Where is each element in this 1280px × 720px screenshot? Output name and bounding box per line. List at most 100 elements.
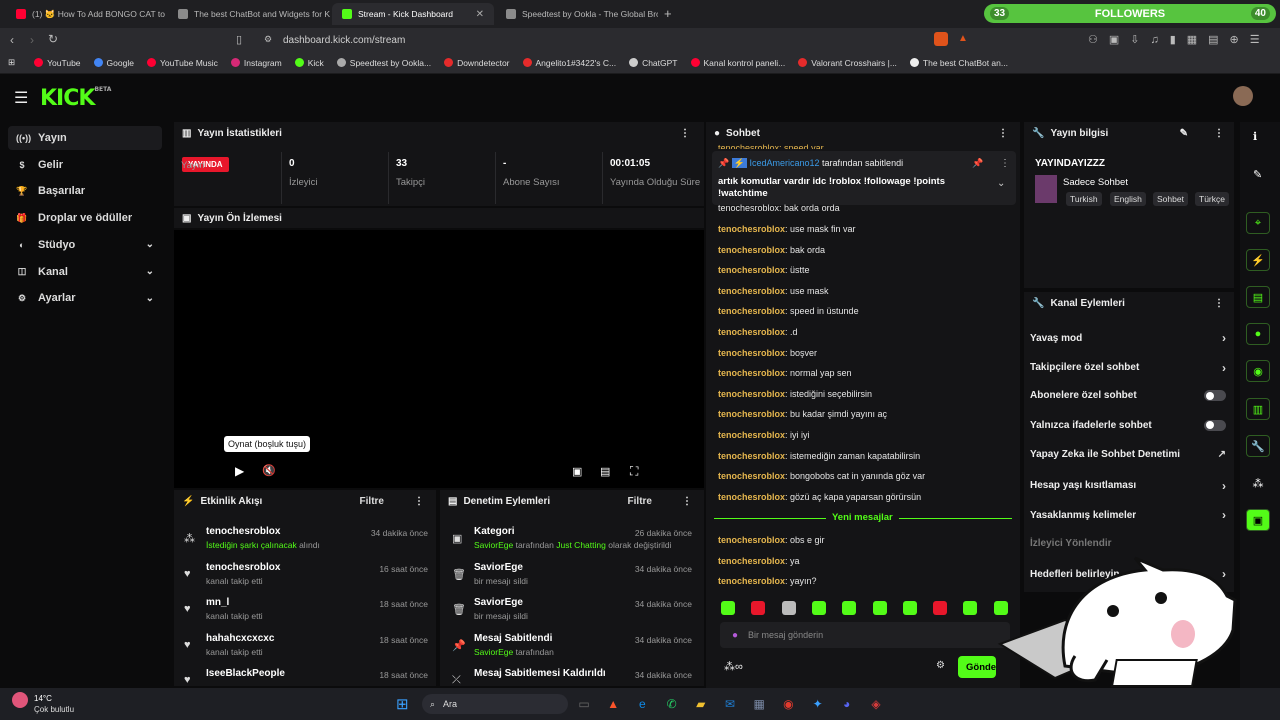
channel-action-item[interactable]: Yalnızca ifadelerle sohbet [1030, 419, 1226, 431]
toggle-switch[interactable] [1204, 390, 1226, 401]
emote-icon[interactable] [872, 601, 887, 615]
discord-icon[interactable]: ◕ [837, 694, 857, 714]
activity-user[interactable]: IseeBlackPeople [206, 668, 285, 679]
chat-username[interactable]: tenochesroblox [718, 535, 785, 545]
moderation-item[interactable]: 🗑 SaviorEge bir mesajı sildi 34 dakika önce [446, 597, 692, 631]
chat-username[interactable]: tenochesroblox [718, 265, 785, 275]
weather-icon[interactable] [12, 692, 28, 708]
menu-icon[interactable]: ☰ [14, 88, 28, 108]
activity-item[interactable]: ⁂ tenochesroblox İstediğin şarkı çalınacak… [178, 526, 428, 560]
brave-shield-icon[interactable] [934, 32, 948, 46]
tab-youtube[interactable]: (1) 🐱 How To Add BONGO CAT to O✕ [6, 3, 166, 25]
chevron-right-icon[interactable]: › [1222, 361, 1226, 375]
moderation-item[interactable]: ▣ Kategori SaviorEge tarafından Just Chatt… [446, 526, 692, 560]
app-icon[interactable]: ◈ [866, 694, 886, 714]
activity-user[interactable]: mn_l [206, 597, 263, 608]
brave-rewards-icon[interactable]: ▲ [958, 33, 968, 44]
bookmark-item[interactable]: Instagram [230, 58, 282, 68]
taskbar-search[interactable]: ⌕ Ara [422, 694, 568, 714]
chat-settings-icon[interactable]: ⚙ [936, 660, 945, 671]
channel-action-item[interactable]: Yapay Zeka ile Sohbet Denetimi ↗ [1030, 449, 1226, 460]
chat-username[interactable]: tenochesroblox [718, 556, 785, 566]
fullscreen-icon[interactable]: ⛶ [630, 464, 638, 479]
explorer-icon[interactable]: ▰ [691, 694, 711, 714]
filter-button[interactable]: Filtre [628, 496, 652, 507]
photos-icon[interactable]: ▦ [749, 694, 769, 714]
more-icon[interactable]: ⋮ [414, 496, 424, 507]
bookmark-item[interactable]: YouTube [34, 58, 81, 68]
bookmark-item[interactable]: Downdetector [444, 58, 510, 68]
start-icon[interactable]: ⊞ [396, 695, 409, 713]
chat-username[interactable]: tenochesroblox [718, 368, 785, 378]
chevron-down-icon[interactable]: ⌄ [997, 178, 1005, 189]
widget-toggle-8[interactable]: ⁂ [1246, 472, 1270, 494]
widget-toggle-2[interactable]: ⚡ [1246, 249, 1270, 271]
settings-app-icon[interactable]: ✦ [808, 694, 828, 714]
chat-username[interactable]: tenochesroblox [718, 327, 785, 337]
sidebar-item-stream[interactable]: ((•)) Yayın [8, 126, 162, 150]
site-info-icon[interactable]: ⚙ [264, 34, 272, 45]
more-icon[interactable]: ⋮ [998, 128, 1008, 139]
activity-user[interactable]: hahahcxcxcxc [206, 633, 274, 644]
emote-icon[interactable] [963, 601, 978, 615]
widget-toggle-7[interactable]: 🔧 [1246, 435, 1270, 457]
more-icon[interactable]: ⋮ [682, 496, 692, 507]
channel-action-item[interactable]: Takipçilere özel sohbet › [1030, 361, 1226, 375]
moderation-user[interactable]: SaviorEge [474, 647, 513, 657]
chat-username[interactable]: tenochesroblox [718, 348, 785, 358]
channel-action-item[interactable]: Abonelere özel sohbet [1030, 390, 1226, 401]
emote-icon[interactable] [721, 601, 735, 615]
activity-user[interactable]: tenochesroblox [206, 526, 320, 537]
chat-username[interactable]: tenochesroblox [718, 492, 785, 502]
emote-icon[interactable] [781, 601, 796, 615]
kick-logo[interactable]: KICKBETA [40, 86, 111, 111]
tab-chatbot[interactable]: The best ChatBot and Widgets for Ki✕ [168, 3, 330, 25]
close-icon[interactable]: ✕ [476, 9, 484, 20]
chat-username[interactable]: tenochesroblox [718, 576, 785, 586]
bookmark-item[interactable]: Google [93, 58, 134, 68]
widget-toggle-9[interactable]: ▣ [1246, 509, 1270, 531]
chrome-icon[interactable]: ◉ [778, 694, 798, 714]
chat-username[interactable]: tenochesroblox [718, 286, 785, 296]
pinned-more-icon[interactable]: ⋮ [1000, 158, 1010, 169]
edit-icon[interactable]: ✎ [1180, 128, 1188, 139]
emote-icon[interactable] [933, 601, 948, 615]
chat-username[interactable]: tenochesroblox [718, 245, 785, 255]
chevron-down-icon[interactable]: ⌄ [146, 266, 154, 277]
emote-icon[interactable] [842, 601, 857, 615]
tab-speedtest[interactable]: Speedtest by Ookla - The Global Broa✕ [496, 3, 658, 25]
avatar[interactable] [1233, 86, 1253, 106]
sidebar-item-revenue[interactable]: $ Gelir [8, 153, 162, 177]
info-icon[interactable]: ℹ [1253, 130, 1257, 143]
chat-input[interactable]: ● Bir mesaj gönderin [720, 622, 1010, 648]
sidebar-item-studio[interactable]: ◐ Stüdyo ⌄ [8, 233, 162, 257]
filter-button[interactable]: Filtre [360, 496, 384, 507]
play-icon[interactable]: ▶ [235, 464, 244, 478]
url-field[interactable]: dashboard.kick.com/stream [258, 32, 978, 49]
external-link-icon[interactable]: ↗ [1218, 449, 1226, 460]
edit-icon[interactable]: ✎ [1253, 168, 1262, 181]
sidebar-item-settings[interactable]: ⚙ Ayarlar ⌄ [8, 286, 162, 310]
bookmark-item[interactable]: The best ChatBot an... [909, 58, 1008, 68]
back-icon[interactable]: ‹ [10, 33, 14, 47]
mail-icon[interactable]: ✉ [720, 694, 740, 714]
channel-action-item[interactable]: Hesap yaşı kısıtlaması › [1030, 479, 1226, 493]
bookmark-item[interactable]: Speedtest by Ookla... [336, 58, 431, 68]
bookmark-item[interactable]: Angelito1#3422's C... [522, 58, 616, 68]
emote-icon[interactable] [751, 601, 766, 615]
channel-action-item[interactable]: Yasaklanmış kelimeler › [1030, 508, 1226, 522]
tag-chip[interactable]: Sohbet [1153, 192, 1188, 206]
send-button[interactable]: Gönder [958, 656, 996, 678]
mic-icon[interactable]: ● [732, 630, 738, 641]
chevron-right-icon[interactable]: › [1222, 508, 1226, 522]
mute-icon[interactable]: 🔇 [262, 464, 276, 477]
chevron-down-icon[interactable]: ⌄ [146, 239, 154, 250]
theater-icon[interactable]: ▤ [600, 465, 610, 478]
new-tab-button[interactable]: + [664, 6, 672, 21]
moderation-user[interactable]: SaviorEge [474, 540, 513, 550]
reload-icon[interactable]: ↻ [48, 32, 58, 46]
widget-toggle-6[interactable]: ▥ [1246, 398, 1270, 420]
tag-chip[interactable]: Türkçe [1195, 192, 1229, 206]
chat-username[interactable]: tenochesroblox [718, 389, 785, 399]
tag-chip[interactable]: English [1110, 192, 1146, 206]
